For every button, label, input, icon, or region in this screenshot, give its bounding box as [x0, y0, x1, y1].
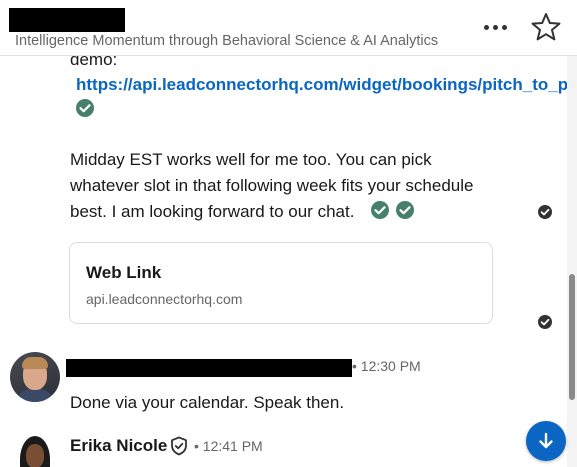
scroll-to-bottom-button[interactable]	[526, 421, 566, 461]
link-preview-card[interactable]: Web Link api.leadconnectorhq.com	[69, 242, 493, 324]
more-options-button[interactable]	[479, 14, 511, 40]
scrollbar-thumb[interactable]	[569, 274, 575, 400]
link-card-domain: api.leadconnectorhq.com	[86, 291, 243, 307]
redacted-contact-name	[9, 8, 125, 32]
message-line: Midday EST works well for me too. You ca…	[70, 150, 432, 169]
star-button[interactable]	[530, 11, 562, 43]
message-text: demo:	[70, 56, 118, 69]
message-timestamp: • 12:30 PM	[352, 358, 421, 374]
check-icon	[396, 201, 414, 219]
message-line: best. I am looking forward to our chat.	[70, 202, 355, 221]
verified-shield-icon	[171, 436, 187, 456]
booking-link[interactable]: https://api.leadconnectorhq.com/widget/b…	[76, 75, 567, 95]
read-receipt-icon	[538, 315, 552, 329]
check-icon	[371, 201, 389, 219]
more-horizontal-icon	[483, 24, 489, 30]
check-icon	[76, 99, 94, 117]
conversation-header: Intelligence Momentum through Behavioral…	[0, 0, 577, 56]
scrollbar[interactable]	[567, 56, 577, 467]
arrow-down-icon	[539, 432, 553, 449]
avatar[interactable]	[10, 352, 60, 402]
avatar[interactable]	[10, 434, 60, 467]
message-line: whatever slot in that following week fit…	[70, 176, 474, 195]
contact-headline: Intelligence Momentum through Behavioral…	[15, 33, 439, 49]
read-receipt-icon	[538, 205, 552, 219]
message-thread[interactable]: demo: https://api.leadconnectorhq.com/wi…	[0, 56, 567, 467]
message-body: Midday EST works well for me too. You ca…	[70, 147, 510, 225]
star-outline-icon	[531, 13, 561, 41]
message-timestamp: • 12:41 PM	[194, 438, 263, 454]
redacted-sender-name	[66, 359, 352, 377]
link-card-title: Web Link	[86, 263, 162, 282]
sender-name[interactable]: Erika Nicole	[70, 436, 167, 456]
message-text: Done via your calendar. Speak then.	[70, 393, 345, 412]
